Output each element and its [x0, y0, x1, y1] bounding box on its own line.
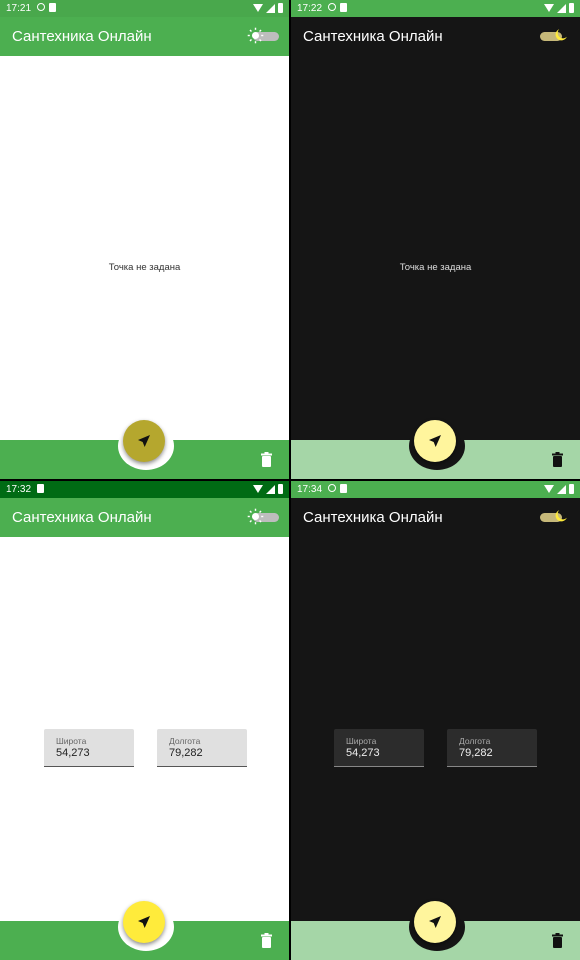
bottom-app-bar [0, 901, 289, 960]
screen-light-empty: 17:21 Сантехника Онлайн Точка не задана [0, 0, 289, 479]
app-bar: Сантехника Онлайн [291, 17, 580, 56]
navigation-arrow-icon [429, 916, 441, 928]
locate-fab[interactable] [123, 420, 165, 462]
sim-card-icon [340, 484, 347, 493]
longitude-value: 79,282 [169, 747, 203, 759]
app-title: Сантехника Онлайн [303, 509, 443, 526]
longitude-label: Долгота [169, 736, 201, 746]
sync-icon [328, 484, 336, 492]
status-time: 17:22 [297, 3, 323, 14]
navigation-arrow-icon [138, 435, 150, 447]
status-bar: 17:21 [0, 0, 289, 17]
wifi-icon [544, 485, 554, 493]
status-time: 17:34 [297, 484, 323, 495]
bottom-app-bar [291, 420, 580, 479]
moon-icon [555, 29, 567, 41]
latitude-label: Широта [346, 736, 377, 746]
theme-toggle[interactable] [247, 508, 279, 525]
wifi-icon [253, 4, 263, 12]
app-bar: Сантехника Онлайн [0, 498, 289, 537]
latitude-value: 54,273 [346, 747, 380, 759]
screen-dark-empty: 17:22 Сантехника Онлайн Точка не задана [291, 0, 580, 479]
bottom-app-bar [291, 901, 580, 960]
longitude-field[interactable]: Долгота 79,282 [157, 729, 247, 767]
moon-icon [555, 510, 567, 522]
app-title: Сантехника Онлайн [12, 509, 152, 526]
app-title: Сантехника Онлайн [12, 28, 152, 45]
app-bar: Сантехника Онлайн [0, 17, 289, 56]
app-bar: Сантехника Онлайн [291, 498, 580, 537]
latitude-field[interactable]: Широта 54,273 [44, 729, 134, 767]
trash-icon[interactable] [552, 452, 563, 467]
trash-icon[interactable] [261, 933, 272, 948]
longitude-value: 79,282 [459, 747, 493, 759]
trash-icon[interactable] [261, 452, 272, 467]
status-bar: 17:32 [0, 481, 289, 498]
navigation-arrow-icon [429, 435, 441, 447]
battery-icon [569, 484, 574, 494]
signal-icon [557, 3, 566, 13]
status-time: 17:21 [6, 3, 32, 14]
sim-card-icon [49, 3, 56, 12]
screen-dark-coordinates: 17:34 Сантехника Онлайн Широта 54,273 До… [291, 481, 580, 960]
theme-toggle[interactable] [247, 27, 279, 44]
sync-icon [37, 3, 45, 11]
sim-card-icon [340, 3, 347, 12]
sun-icon [247, 508, 264, 525]
latitude-value: 54,273 [56, 747, 90, 759]
no-point-message: Точка не задана [108, 262, 181, 273]
status-bar: 17:34 [291, 481, 580, 498]
latitude-label: Широта [56, 736, 87, 746]
screen-light-coordinates: 17:32 Сантехника Онлайн Широта 54,273 До… [0, 481, 289, 960]
no-point-message: Точка не задана [399, 262, 472, 273]
locate-fab[interactable] [414, 901, 456, 943]
theme-toggle[interactable] [540, 29, 570, 43]
locate-fab[interactable] [123, 901, 165, 943]
sun-icon [247, 27, 264, 44]
signal-icon [557, 484, 566, 494]
longitude-label: Долгота [459, 736, 491, 746]
status-time: 17:32 [6, 484, 32, 495]
wifi-icon [544, 4, 554, 12]
signal-icon [266, 3, 275, 13]
locate-fab[interactable] [414, 420, 456, 462]
navigation-arrow-icon [138, 916, 150, 928]
battery-icon [278, 3, 283, 13]
status-bar: 17:22 [291, 0, 580, 17]
app-title: Сантехника Онлайн [303, 28, 443, 45]
latitude-field[interactable]: Широта 54,273 [334, 729, 424, 767]
signal-icon [266, 484, 275, 494]
battery-icon [569, 3, 574, 13]
sim-card-icon [37, 484, 44, 493]
longitude-field[interactable]: Долгота 79,282 [447, 729, 537, 767]
bottom-app-bar [0, 420, 289, 479]
trash-icon[interactable] [552, 933, 563, 948]
wifi-icon [253, 485, 263, 493]
battery-icon [278, 484, 283, 494]
sync-icon [328, 3, 336, 11]
theme-toggle[interactable] [540, 510, 570, 524]
